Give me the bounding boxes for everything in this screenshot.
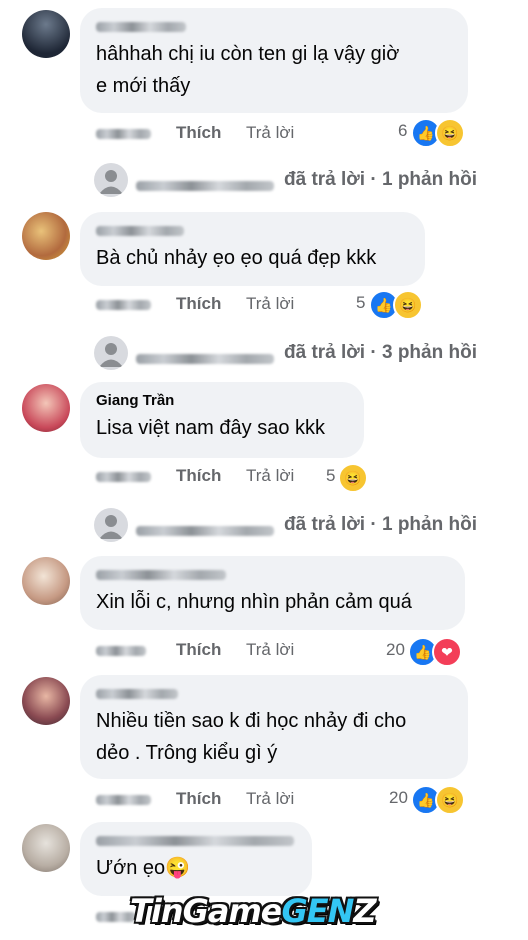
commenter-name-redacted[interactable]	[96, 222, 409, 242]
laughing-face-icon: 😆	[338, 463, 368, 493]
replier-name-redacted	[136, 175, 274, 197]
reaction-summary[interactable]: 5 👍 😆	[356, 290, 426, 320]
commenter-name-redacted[interactable]	[96, 18, 452, 38]
avatar[interactable]	[22, 824, 70, 872]
like-button[interactable]: Thích	[176, 789, 221, 809]
like-button[interactable]: Thích	[176, 123, 221, 143]
reply-avatar	[94, 508, 128, 542]
comment-bubble: Bà chủ nhảy ẹo ẹo quá đẹp kkk	[80, 212, 425, 286]
replier-name-redacted	[136, 520, 274, 542]
avatar[interactable]	[22, 212, 70, 260]
reply-button[interactable]: Trả lời	[246, 789, 294, 809]
comment-text: Lisa việt nam đây sao kkk	[96, 417, 325, 439]
replies-link[interactable]: đã trả lời · 3 phản hồi	[94, 336, 514, 370]
replies-link[interactable]: đã trả lời · 1 phản hồi	[94, 163, 514, 197]
laughing-face-icon: 😆	[393, 290, 423, 320]
avatar[interactable]	[22, 677, 70, 725]
reaction-count: 20	[386, 640, 405, 659]
reaction-count: 5	[356, 293, 366, 312]
like-button[interactable]: Thích	[176, 640, 221, 660]
reaction-summary[interactable]: 5 😆	[326, 463, 376, 493]
replier-name-redacted	[136, 348, 274, 370]
like-button[interactable]: Thích	[176, 294, 221, 314]
comment-actions: Thích Trả lời	[96, 294, 396, 316]
comment-actions: Thích Trả lời	[96, 789, 396, 811]
comment-bubble: Ướn ẹo😜	[80, 822, 312, 896]
commenter-name[interactable]: Giang Trần	[96, 392, 348, 412]
avatar[interactable]	[22, 10, 70, 58]
commenter-name-redacted[interactable]	[96, 832, 296, 852]
reaction-summary[interactable]: 20 👍 😆	[389, 785, 469, 815]
reaction-summary[interactable]: 6 👍 😆	[398, 118, 468, 148]
commenter-name-redacted[interactable]	[96, 685, 452, 705]
comment-text: hâhhah chị iu còn ten gi lạ vậy giờ e mớ…	[96, 43, 400, 97]
comment-text: Nhiều tiền sao k đi học nhảy đi cho dẻo …	[96, 710, 407, 764]
avatar[interactable]	[22, 384, 70, 432]
like-button[interactable]: Thích	[176, 466, 221, 486]
laughing-face-icon: 😆	[435, 118, 465, 148]
comment-actions: Thích Trả lời	[96, 123, 396, 145]
commenter-name-redacted[interactable]	[96, 566, 449, 586]
comment-bubble: hâhhah chị iu còn ten gi lạ vậy giờ e mớ…	[80, 8, 468, 113]
comment-text: Ướn ẹo😜	[96, 857, 191, 879]
comment-bubble: Xin lỗi c, nhưng nhìn phản cảm quá	[80, 556, 465, 630]
reply-button[interactable]: Trả lời	[246, 123, 294, 143]
reply-button[interactable]: Trả lời	[246, 640, 294, 660]
comment-bubble: Nhiều tiền sao k đi học nhảy đi cho dẻo …	[80, 675, 468, 779]
comment-bubble: Giang Trần Lisa việt nam đây sao kkk	[80, 382, 364, 458]
reply-button[interactable]: Trả lời	[246, 294, 294, 314]
reaction-summary[interactable]: 20 👍 ❤	[386, 637, 466, 667]
site-watermark-logo: TinGameGENZ	[130, 892, 377, 930]
replies-link[interactable]: đã trả lời · 1 phản hồi	[94, 508, 514, 542]
reaction-count: 6	[398, 121, 408, 140]
comment-actions: Thích Trả lời	[96, 640, 396, 662]
comment-text: Bà chủ nhảy ẹo ẹo quá đẹp kkk	[96, 247, 377, 269]
reply-avatar	[94, 163, 128, 197]
reaction-count: 5	[326, 466, 336, 485]
reply-avatar	[94, 336, 128, 370]
replies-label: đã trả lời · 3 phản hồi	[284, 342, 477, 363]
replies-label: đã trả lời · 1 phản hồi	[284, 169, 477, 190]
heart-icon: ❤	[432, 637, 462, 667]
laughing-face-icon: 😆	[435, 785, 465, 815]
comment-text: Xin lỗi c, nhưng nhìn phản cảm quá	[96, 591, 412, 613]
avatar[interactable]	[22, 557, 70, 605]
reaction-count: 20	[389, 788, 408, 807]
replies-label: đã trả lời · 1 phản hồi	[284, 514, 477, 535]
reply-button[interactable]: Trả lời	[246, 466, 294, 486]
